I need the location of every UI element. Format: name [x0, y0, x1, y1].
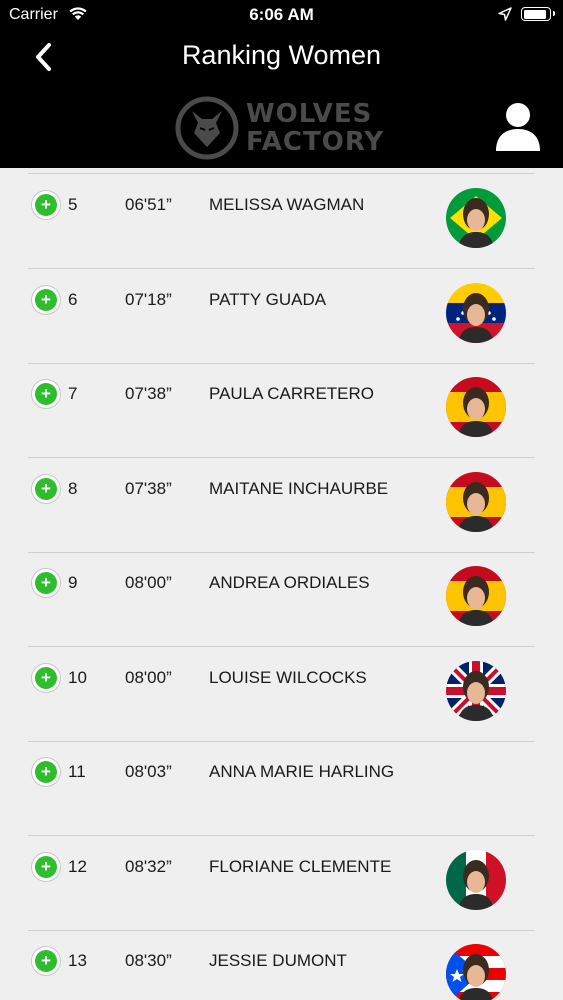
- rank-position: 11: [68, 762, 86, 781]
- spain-flag-avatar-icon: [446, 471, 506, 532]
- rank-time: 08'00”: [125, 667, 172, 687]
- rank-time: 08'30”: [125, 951, 172, 970]
- rank-position: 6: [68, 289, 78, 309]
- athlete-name: ANNA MARIE HARLING: [209, 762, 395, 781]
- athlete-avatar: [446, 566, 506, 626]
- athlete-name: ANDREA ORDIALES: [209, 573, 370, 592]
- rank-position: 5: [68, 195, 78, 214]
- venezuela-flag-avatar-icon: [446, 282, 506, 343]
- athlete-avatar: [446, 377, 506, 437]
- rank-position: 7: [68, 384, 78, 403]
- plus-circle-icon: +: [41, 384, 51, 403]
- athlete-name: LOUISE WILCOCKS: [209, 667, 367, 687]
- spain-flag-avatar-icon: [446, 566, 506, 626]
- rank-position: 10: [68, 667, 87, 687]
- rank-time: 07'38”: [125, 478, 172, 498]
- logo-text-line2: FACTORY: [246, 127, 385, 157]
- plus-circle-icon: +: [41, 951, 51, 970]
- athlete-name: MELISSA WAGMAN: [209, 195, 365, 214]
- add-button[interactable]: +: [32, 191, 60, 219]
- athlete-name: JESSIE DUMONT: [209, 951, 347, 970]
- ranking-row[interactable]: +9 08'00” ANDREA ORDIALES: [0, 552, 563, 647]
- ranking-row[interactable]: +12 08'32” FLORIANE CLEMENTE: [0, 836, 563, 931]
- wolf-emblem-icon: [175, 96, 239, 160]
- ranking-row[interactable]: +6 07'18” PATTY GUADA: [0, 269, 563, 364]
- add-button[interactable]: +: [32, 474, 60, 503]
- add-button[interactable]: +: [32, 569, 60, 597]
- mexico-flag-avatar-icon: [446, 849, 506, 910]
- user-icon: [496, 103, 540, 151]
- athlete-name: MAITANE INCHAURBE: [209, 478, 389, 498]
- athlete-avatar: [446, 944, 506, 1000]
- spain-flag-avatar-icon: [446, 377, 506, 437]
- athlete-name: PATTY GUADA: [209, 289, 327, 309]
- wolves-factory-logo: WOLVES FACTORY: [174, 95, 384, 161]
- location-arrow-icon: [498, 7, 512, 21]
- plus-circle-icon: +: [41, 762, 51, 781]
- plus-circle-icon: +: [41, 667, 51, 687]
- athlete-avatar: [446, 849, 506, 910]
- logo-text: WOLVES FACTORY: [246, 100, 384, 156]
- rank-time: 07'38”: [125, 384, 172, 403]
- add-button[interactable]: +: [32, 947, 60, 975]
- rank-time: 08'03”: [125, 762, 172, 781]
- add-button[interactable]: +: [32, 852, 60, 881]
- rank-position: 12: [68, 856, 87, 876]
- ranking-row[interactable]: +11 08'03” ANNA MARIE HARLING: [0, 741, 563, 836]
- athlete-avatar: [446, 471, 506, 532]
- plus-circle-icon: +: [41, 573, 51, 592]
- status-bar: Carrier 6:06 AM: [0, 0, 563, 30]
- rank-position: 8: [68, 478, 78, 498]
- rank-time: 08'00”: [125, 573, 172, 592]
- athlete-avatar: [446, 282, 506, 343]
- plus-circle-icon: +: [41, 856, 51, 876]
- puerto-rico-flag-avatar-icon: [446, 944, 506, 1000]
- rank-position: 13: [68, 951, 87, 970]
- add-button[interactable]: +: [32, 663, 60, 692]
- athlete-avatar: [446, 660, 506, 721]
- brazil-flag-avatar-icon: [446, 188, 506, 248]
- ranking-list[interactable]: +5 06'51” MELISSA WAGMAN +6 07'18” PATTY GUAD…: [0, 168, 563, 1000]
- ranking-row[interactable]: +10 08'00” LOUISE WILCOCKS: [0, 647, 563, 742]
- add-button[interactable]: +: [32, 285, 60, 314]
- plus-circle-icon: +: [41, 195, 51, 214]
- rank-position: 9: [68, 573, 78, 592]
- battery-icon: [521, 7, 555, 21]
- ranking-row[interactable]: +13 08'30” JESSIE DUMONT: [0, 930, 563, 1000]
- logo-text-line1: WOLVES: [246, 99, 373, 129]
- ranking-row[interactable]: +7 07'38” PAULA CARRETERO: [0, 363, 563, 458]
- add-button[interactable]: +: [32, 380, 60, 408]
- plus-circle-icon: +: [41, 478, 51, 498]
- uk-flag-avatar-icon: [446, 660, 506, 721]
- athlete-name: FLORIANE CLEMENTE: [209, 856, 392, 876]
- nav-header: Carrier 6:06 AM Ranking Women WOLVES FAC…: [0, 0, 563, 168]
- status-time: 6:06 AM: [249, 5, 314, 24]
- athlete-name: PAULA CARRETERO: [209, 384, 375, 403]
- rank-time: 08'32”: [125, 856, 172, 876]
- profile-button[interactable]: [494, 101, 542, 153]
- ranking-row[interactable]: +5 06'51” MELISSA WAGMAN: [0, 174, 563, 269]
- ranking-row[interactable]: +8 07'38” MAITANE INCHAURBE: [0, 458, 563, 553]
- page-title: Ranking Women: [181, 40, 382, 70]
- rank-time: 06'51”: [125, 195, 172, 214]
- add-button[interactable]: +: [32, 758, 60, 786]
- rank-time: 07'18”: [125, 289, 172, 309]
- athlete-avatar: [446, 188, 506, 248]
- battery-fill: [523, 9, 547, 19]
- plus-circle-icon: +: [41, 289, 51, 309]
